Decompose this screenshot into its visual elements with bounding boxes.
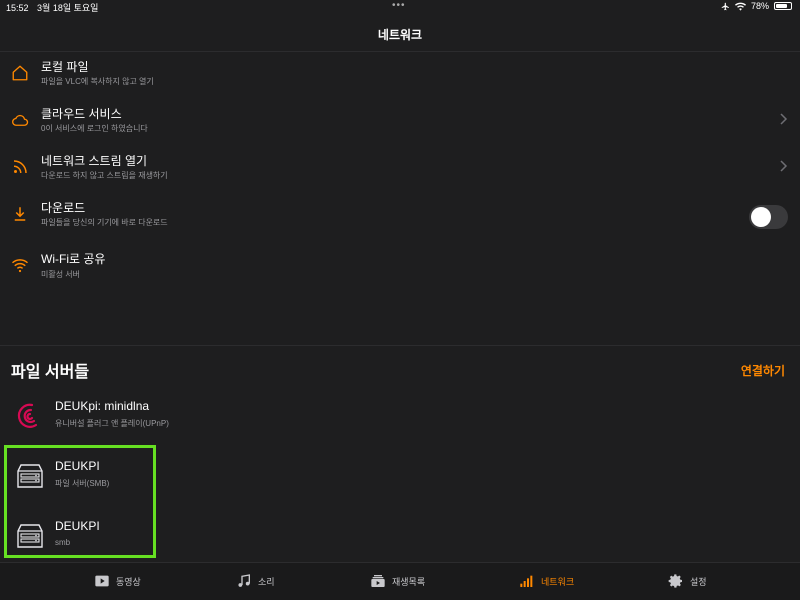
menu-item-subtitle: 0이 서비스에 로그인 하였습니다 [41, 124, 148, 133]
page-title: 네트워크 [377, 28, 423, 42]
servers-section-title: 파일 서버들 [11, 364, 90, 381]
menu-item-subtitle: 미활성 서버 [41, 270, 81, 279]
tab-settings[interactable]: 설정 [668, 573, 707, 589]
rss-icon [13, 160, 27, 174]
cloud-icon [12, 114, 29, 126]
music-icon [238, 574, 250, 587]
tab-label: 소리 [258, 576, 275, 587]
tab-label: 재생목록 [392, 576, 426, 587]
status-bar: 15:52 3월 18일 토요일 ••• 78% [0, 0, 800, 14]
status-left: 15:52 3월 18일 토요일 [6, 1, 104, 14]
tab-label: 네트워크 [541, 576, 575, 587]
network-icon [520, 575, 533, 587]
menu-item-label: 클라우드 서비스 [41, 107, 122, 121]
menu-item-subtitle: 파일을 VLC에 복사하지 않고 열기 [41, 77, 154, 86]
wifi-status-icon [734, 2, 746, 11]
highlight-box [4, 445, 156, 558]
menu-item-wifi-sharing: Wi-Fi로 공유 미활성 서버 [0, 240, 800, 287]
connect-button[interactable]: 연결하기 [741, 362, 785, 379]
tab-audio[interactable]: 소리 [236, 573, 275, 589]
server-type: 유니버설 플러그 앤 플레이(UPnP) [55, 419, 169, 428]
gear-icon [668, 574, 682, 588]
menu-item-downloads[interactable]: 다운로드 파일들을 당신의 기기에 바로 다운로드 [0, 193, 800, 240]
chevron-right-icon [780, 160, 788, 172]
menu-item-label: 네트워크 스트림 열기 [41, 154, 148, 168]
menu-item-local-files[interactable]: 로컬 파일 파일을 VLC에 복사하지 않고 열기 [0, 52, 800, 99]
server-name: DEUKpi: minidlna [55, 399, 150, 413]
playlist-icon [371, 575, 385, 587]
tab-bar: 동영상 소리 재생목록 네트워크 설정 [0, 562, 800, 600]
airplane-icon [721, 2, 729, 10]
tab-label: 동영상 [116, 576, 141, 587]
status-time: 15:52 [6, 3, 29, 13]
menu-item-subtitle: 파일들을 당신의 기기에 바로 다운로드 [41, 218, 168, 227]
server-item-upnp[interactable]: DEUKpi: minidlna 유니버설 플러그 앤 플레이(UPnP) [0, 388, 800, 444]
home-icon [12, 65, 28, 81]
battery-fill [776, 4, 787, 8]
menu-item-label: Wi-Fi로 공유 [41, 252, 106, 266]
video-icon [95, 575, 109, 587]
menu-item-subtitle: 다운로드 하지 않고 스트림을 재생하기 [41, 171, 168, 180]
menu-item-network-stream[interactable]: 네트워크 스트림 열기 다운로드 하지 않고 스트림을 재생하기 [0, 146, 800, 193]
menu-item-label: 로컬 파일 [41, 60, 89, 74]
debian-icon [17, 403, 38, 428]
chevron-right-icon [780, 113, 788, 125]
wifi-sharing-toggle[interactable] [749, 205, 788, 229]
toggle-knob [751, 207, 771, 227]
multitask-dots[interactable]: ••• [392, 0, 406, 11]
section-divider [0, 345, 800, 346]
status-right: 78% [721, 1, 792, 11]
wifi-icon [12, 259, 28, 273]
status-date: 3월 18일 토요일 [37, 3, 99, 13]
download-icon [14, 207, 26, 221]
tab-video[interactable]: 동영상 [94, 573, 141, 589]
battery-percent: 78% [750, 1, 769, 11]
nav-header: 네트워크 [0, 14, 800, 52]
tab-playlists[interactable]: 재생목록 [370, 573, 425, 589]
menu-item-cloud-services[interactable]: 클라우드 서비스 0이 서비스에 로그인 하였습니다 [0, 99, 800, 146]
tab-network[interactable]: 네트워크 [519, 573, 574, 589]
tab-label: 설정 [690, 576, 707, 587]
menu-item-label: 다운로드 [41, 201, 86, 215]
network-menu: 로컬 파일 파일을 VLC에 복사하지 않고 열기 클라우드 서비스 0이 서비… [0, 52, 800, 287]
battery-icon [774, 2, 792, 10]
